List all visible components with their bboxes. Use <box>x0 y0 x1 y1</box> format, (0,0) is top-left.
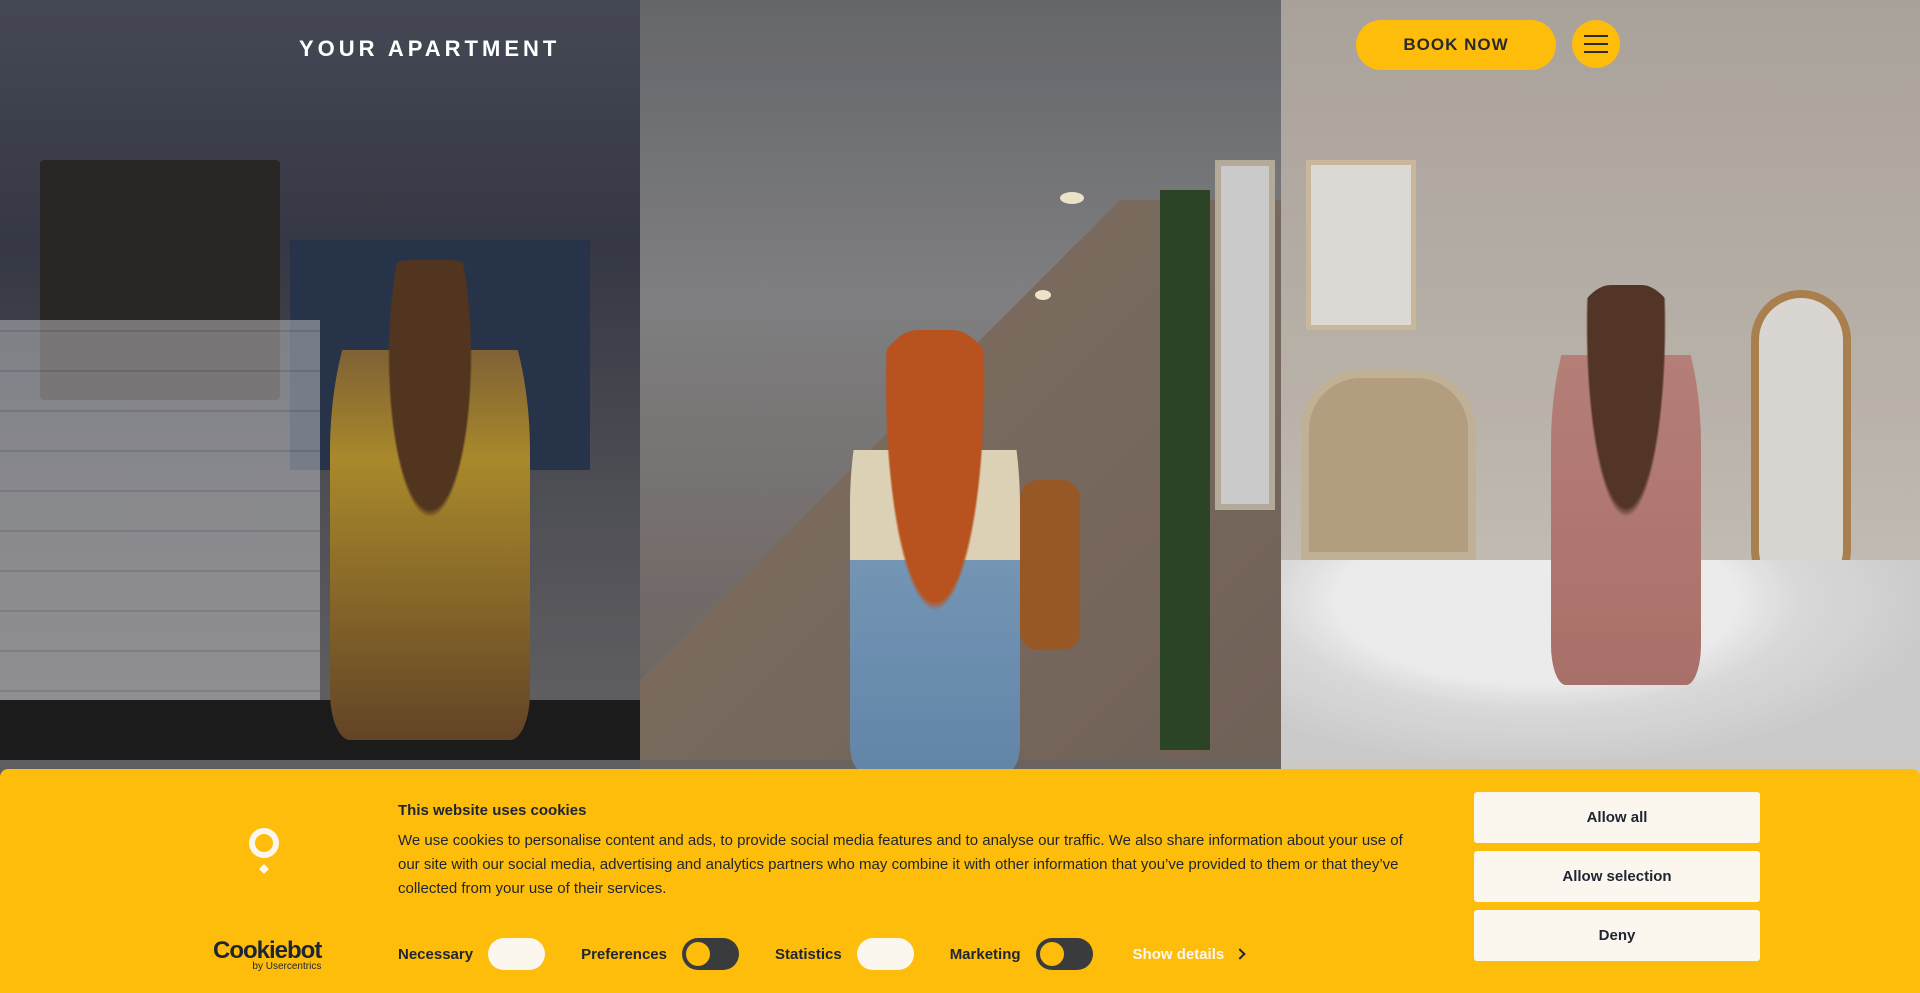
hamburger-menu-icon[interactable] <box>1572 20 1620 68</box>
deny-button[interactable]: Deny <box>1474 910 1760 961</box>
necessary-toggle[interactable] <box>488 938 546 970</box>
toggle-group-necessary: Necessary <box>398 938 546 970</box>
toggle-label-preferences: Preferences <box>581 945 667 963</box>
preferences-toggle[interactable] <box>681 938 739 970</box>
cookiebot-brand[interactable]: Cookiebot by Usercentrics <box>213 937 322 973</box>
cookie-banner-text: We use cookies to personalise content an… <box>398 832 1403 897</box>
allow-selection-button[interactable]: Allow selection <box>1474 851 1760 902</box>
chevron-right-icon <box>1234 948 1246 960</box>
toggle-label-statistics: Statistics <box>774 945 842 963</box>
show-details-link[interactable]: Show details <box>1132 945 1246 963</box>
cookiebot-brand-name: Cookiebot <box>213 937 322 964</box>
toggle-label-marketing: Marketing <box>949 945 1021 963</box>
allow-all-button[interactable]: Allow all <box>1474 792 1760 843</box>
book-now-button[interactable]: BOOK NOW <box>1356 20 1556 70</box>
cookie-consent-banner: Cookiebot by Usercentrics This website u… <box>0 769 1920 993</box>
marketing-toggle[interactable] <box>1035 938 1093 970</box>
toggle-group-marketing: Marketing <box>950 938 1093 970</box>
cookie-category-toggles: Necessary Preferences Statistics Marketi… <box>398 937 1246 971</box>
statistics-toggle[interactable] <box>856 938 914 970</box>
cookie-banner-title: This website uses cookies <box>398 802 587 819</box>
site-logo[interactable]: YOUR APARTMENT <box>299 36 560 62</box>
toggle-group-statistics: Statistics <box>775 938 914 970</box>
cookie-action-buttons: Allow all Allow selection Deny <box>1474 792 1760 969</box>
cookiebot-logo-icon <box>249 828 279 874</box>
show-details-label: Show details <box>1132 945 1225 963</box>
toggle-group-preferences: Preferences <box>581 938 739 970</box>
toggle-label-necessary: Necessary <box>398 945 474 963</box>
